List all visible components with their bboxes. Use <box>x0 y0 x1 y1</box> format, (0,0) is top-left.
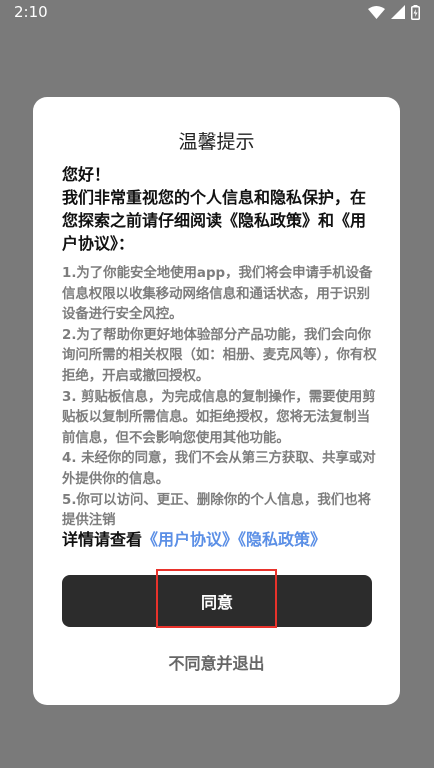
wifi-icon <box>368 5 385 19</box>
signal-icon <box>391 5 405 19</box>
user-agreement-link[interactable]: 《用户协议》 <box>142 530 238 549</box>
privacy-dialog: 温馨提示 您好！ 我们非常重视您的个人信息和隐私保护，在您探索之前请仔细阅读《隐… <box>33 97 400 705</box>
agree-button[interactable]: 同意 <box>62 575 372 627</box>
status-time: 2:10 <box>14 3 48 21</box>
terms-item: 5.你可以访问、更正、删除你的个人信息，我们也将提供注销 <box>62 492 371 529</box>
battery-icon <box>411 4 420 20</box>
terms-item: 4. 未经你的同意，我们不会从第三方获取、共享或对外提供你的信息。 <box>62 451 376 487</box>
dialog-title: 温馨提示 <box>178 131 255 153</box>
details-line: 详情请查看《用户协议》《隐私政策》 <box>62 529 380 551</box>
privacy-policy-link[interactable]: 《隐私政策》 <box>238 530 326 549</box>
greeting-text: 您好！ <box>62 165 111 184</box>
disagree-exit-button[interactable]: 不同意并退出 <box>33 649 400 675</box>
status-icons <box>368 4 420 20</box>
details-prefix: 详情请查看 <box>62 530 143 549</box>
terms-item: 3. 剪贴板信息，为完成信息的复制操作，需要使用剪贴板以复制所需信息。如拒绝授权… <box>62 389 376 446</box>
terms-list: 1.为了你能安全地使用app，我们将会申请手机设备信息权限以收集移动网络信息和通… <box>62 264 382 532</box>
status-bar: 2:10 <box>0 0 434 24</box>
agree-button-label: 同意 <box>200 593 233 612</box>
intro-text: 我们非常重视您的个人信息和隐私保护，在您探索之前请仔细阅读《隐私政策》和《用户协… <box>62 188 367 253</box>
terms-item: 2.为了帮助你更好地体验部分产品功能，我们会向你询问所需的相关权限（如：相册、麦… <box>62 327 377 384</box>
terms-item: 1.为了你能安全地使用app，我们将会申请手机设备信息权限以收集移动网络信息和通… <box>62 266 373 323</box>
